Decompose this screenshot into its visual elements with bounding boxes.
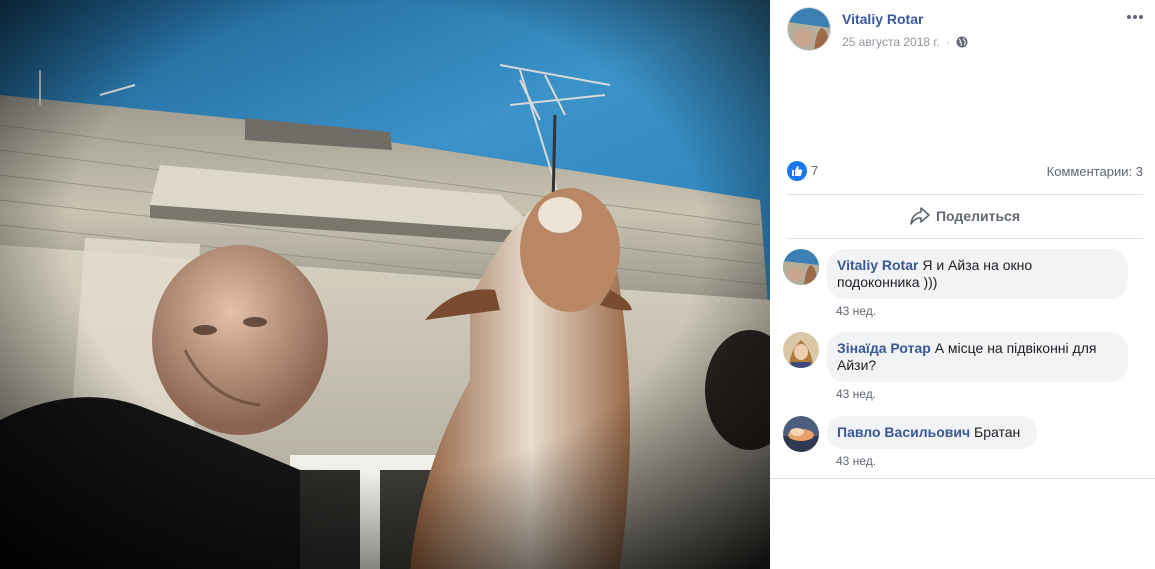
- commenter-avatar[interactable]: [783, 249, 819, 285]
- comment-bubble: Павло Васильович Братан: [827, 416, 1037, 449]
- comments-count[interactable]: Комментарии: 3: [1047, 164, 1143, 179]
- comment-item: Vitaliy Rotar Я и Айза на окно подоконни…: [783, 249, 1143, 339]
- comment-time[interactable]: 43 нед.: [836, 454, 876, 468]
- post-side-panel: Vitaliy Rotar 25 августа 2018 г. · 7 Ком…: [770, 0, 1155, 569]
- comment-bubble: Vitaliy Rotar Я и Айза на окно подоконни…: [827, 249, 1128, 299]
- comment-text: А місце на підвіконні для: [934, 340, 1097, 356]
- commenter-avatar[interactable]: [783, 332, 819, 368]
- divider: [787, 194, 1143, 195]
- share-label: Поделиться: [935, 208, 1021, 224]
- more-options-icon[interactable]: [1125, 9, 1145, 25]
- post-meta: 25 августа 2018 г. ·: [842, 35, 968, 51]
- divider: [770, 478, 1155, 479]
- post-header: Vitaliy Rotar 25 августа 2018 г. ·: [787, 7, 1147, 51]
- post-photo[interactable]: [0, 0, 770, 569]
- share-button[interactable]: Поделиться: [787, 196, 1143, 236]
- comment-text: Я и Айза на окно: [922, 257, 1033, 273]
- comment-time[interactable]: 43 нед.: [836, 304, 876, 318]
- comment-author[interactable]: Павло Васильович: [837, 424, 970, 440]
- comment-item: Павло Васильович Братан 43 нед.: [783, 416, 1143, 476]
- comment-author[interactable]: Зінаїда Ротар: [837, 340, 931, 356]
- comment-text-line2: подоконника ))): [837, 274, 938, 290]
- comments-list: Vitaliy Rotar Я и Айза на окно подоконни…: [770, 240, 1155, 478]
- meta-separator: ·: [945, 35, 950, 49]
- post-author-name[interactable]: Vitaliy Rotar: [842, 11, 923, 27]
- comment-text-line2: Айзи?: [837, 357, 877, 373]
- reactions-row: 7 Комментарии: 3: [787, 160, 1143, 184]
- comment-item: Зінаїда Ротар А місце на підвіконні для …: [783, 332, 1143, 412]
- comment-author[interactable]: Vitaliy Rotar: [837, 257, 918, 273]
- like-icon[interactable]: [787, 161, 807, 181]
- comment-text: Братан: [974, 424, 1021, 440]
- post-date[interactable]: 25 августа 2018 г.: [842, 35, 940, 49]
- reaction-count[interactable]: 7: [811, 163, 818, 178]
- divider: [787, 238, 1143, 239]
- globe-icon[interactable]: [956, 36, 968, 51]
- share-arrow-icon: [910, 207, 930, 225]
- photo-illustration: [0, 0, 770, 569]
- commenter-avatar[interactable]: [783, 416, 819, 452]
- author-avatar[interactable]: [787, 7, 831, 51]
- author-avatar-image: [788, 8, 830, 50]
- comment-bubble: Зінаїда Ротар А місце на підвіконні для …: [827, 332, 1128, 382]
- comment-time[interactable]: 43 нед.: [836, 387, 876, 401]
